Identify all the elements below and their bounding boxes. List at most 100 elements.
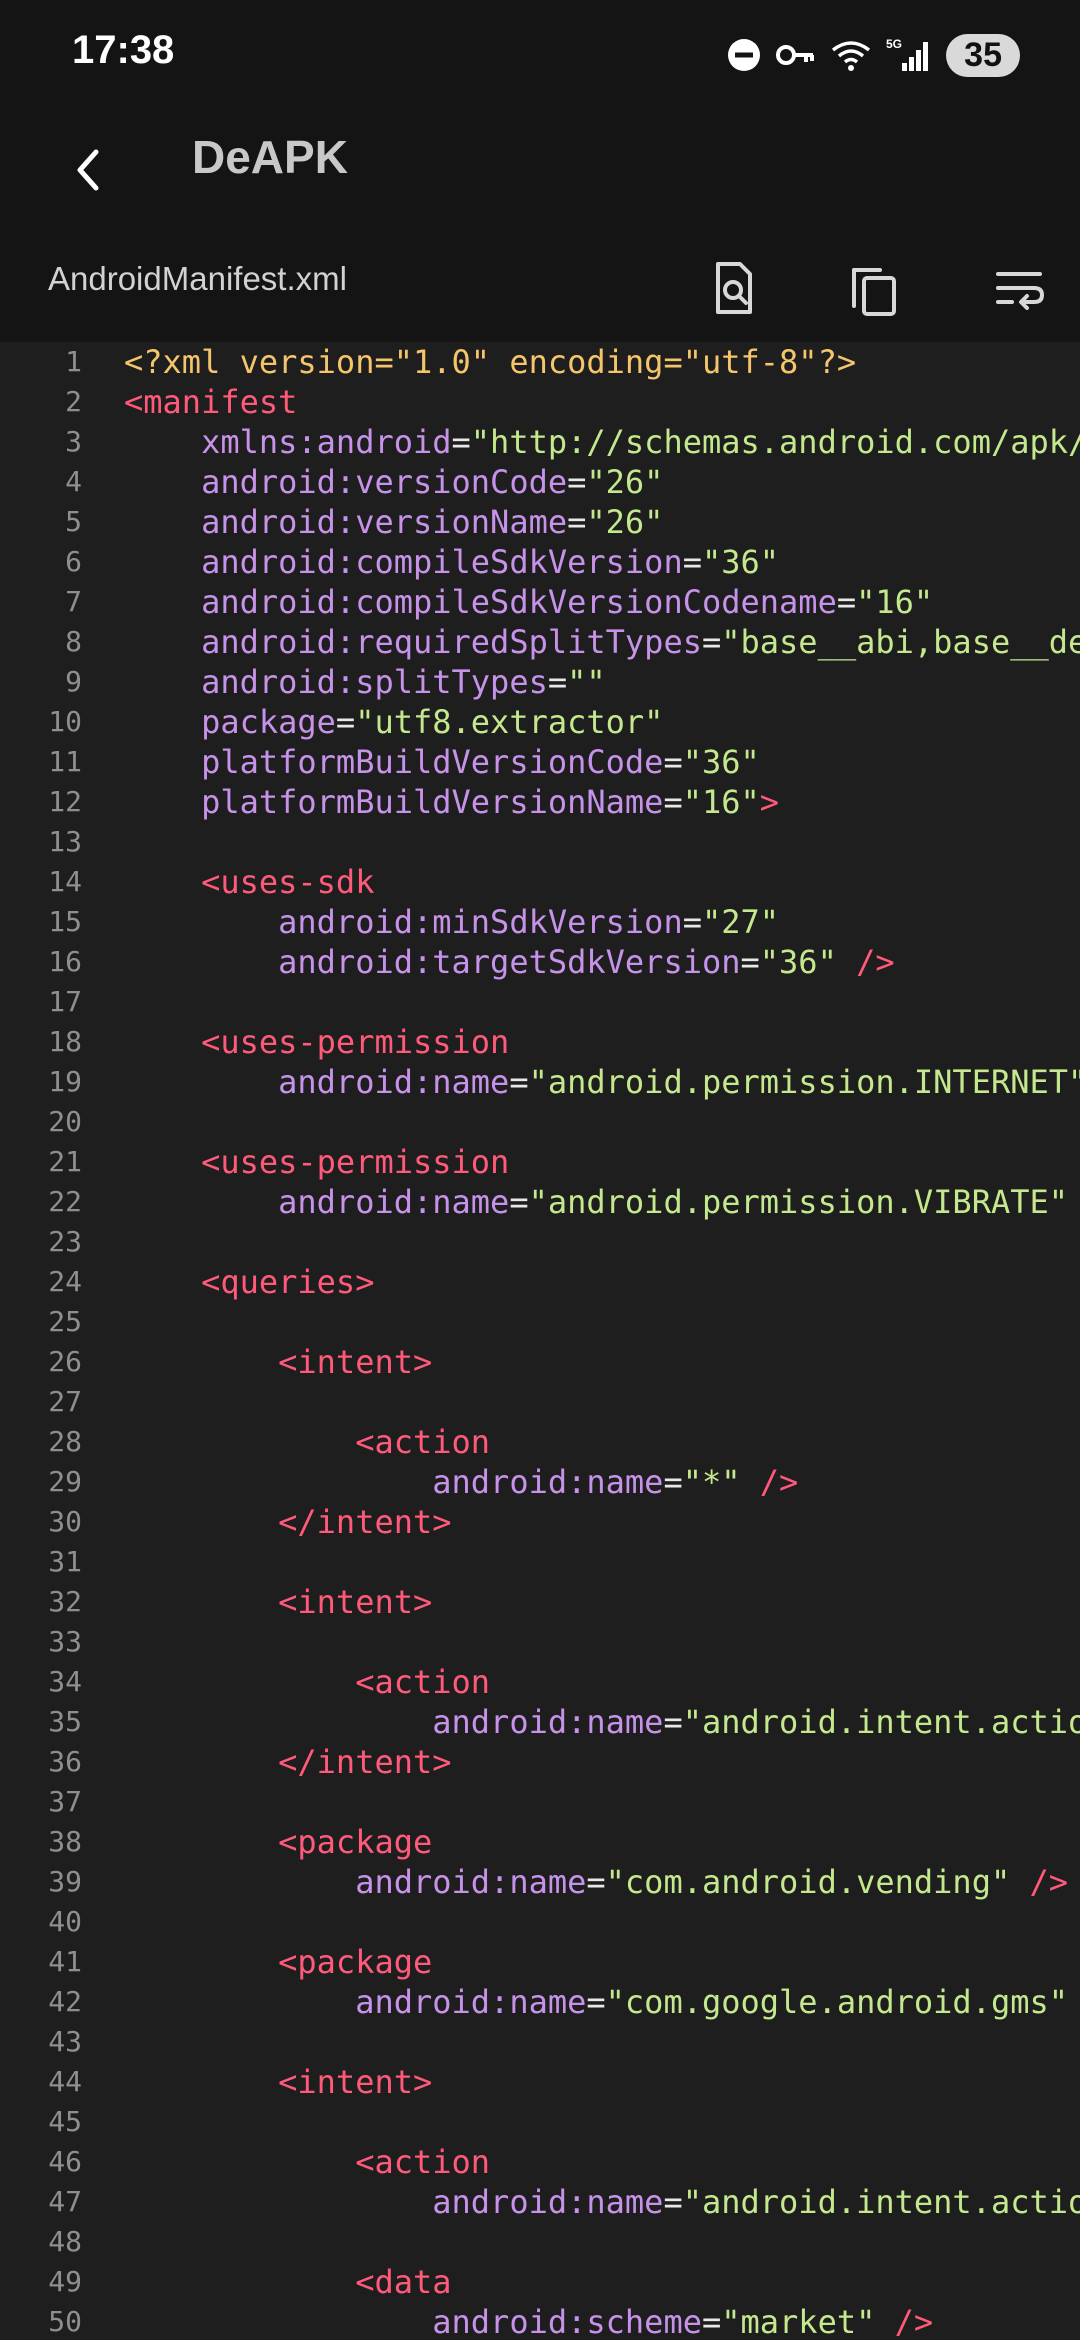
code-token-attr: package — [201, 703, 336, 741]
line-number: 27 — [48, 1385, 82, 1418]
app-bar: DeAPK — [0, 110, 1080, 230]
back-arrow-icon — [77, 149, 99, 191]
code-viewer[interactable]: 1 <?xml version="1.0" encoding="utf-8"?> 2… — [0, 342, 1080, 2340]
code-token-val: "26" — [586, 503, 664, 541]
code-line: 48 — [0, 2222, 1080, 2262]
line-number: 18 — [48, 1025, 82, 1058]
line-number: 10 — [48, 705, 82, 738]
code-token-tag: <package — [278, 1943, 433, 1981]
wrap-text-button[interactable] — [982, 250, 1058, 326]
line-number: 48 — [48, 2225, 82, 2258]
code-token-sp — [124, 863, 201, 901]
code-token-sp — [124, 1463, 432, 1501]
code-text: <package — [124, 1942, 432, 1982]
code-token-val: "16" — [682, 783, 760, 821]
code-token-val: "26" — [586, 463, 664, 501]
code-line: 38 <package — [0, 1822, 1080, 1862]
code-token-tag: <intent> — [278, 1583, 433, 1621]
code-line: 27 — [0, 1382, 1080, 1422]
code-line: 6 android:compileSdkVersion="36" — [0, 542, 1080, 582]
line-number: 1 — [65, 345, 82, 378]
code-token-attr: platformBuildVersionName — [201, 783, 664, 821]
code-token-sp — [124, 503, 201, 541]
code-text: android:minSdkVersion="27" — [124, 902, 779, 942]
code-line: 18 <uses-permission — [0, 1022, 1080, 1062]
line-number: 22 — [48, 1185, 82, 1218]
code-line: 24 <queries> — [0, 1262, 1080, 1302]
code-token-sp — [124, 1983, 355, 2021]
code-token-sp — [124, 1143, 201, 1181]
line-number: 33 — [48, 1625, 82, 1658]
code-text: <action — [124, 1422, 490, 1462]
code-token-tag: <uses-permission — [201, 1023, 510, 1061]
code-token-tag: /> — [740, 1463, 799, 1501]
line-number: 24 — [48, 1265, 82, 1298]
line-number: 9 — [65, 665, 82, 698]
copy-button[interactable] — [836, 250, 912, 326]
line-number: 19 — [48, 1065, 82, 1098]
code-token-val: "com.google.android.gms" — [605, 1983, 1069, 2021]
code-line: 29 android:name="*" /> — [0, 1462, 1080, 1502]
line-number: 5 — [65, 505, 82, 538]
status-time: 17:38 — [72, 28, 175, 72]
code-token-eq: = — [586, 1863, 606, 1901]
code-line: 32 <intent> — [0, 1582, 1080, 1622]
code-token-val: "base__abi,base__density" — [721, 623, 1080, 661]
code-line: 19 android:name="android.permission.INTE… — [0, 1062, 1080, 1102]
line-number: 46 — [48, 2145, 82, 2178]
code-text: package="utf8.extractor" — [124, 702, 663, 742]
code-token-tag: <intent> — [278, 1343, 433, 1381]
code-line: 40 — [0, 1902, 1080, 1942]
code-token-sp — [124, 463, 201, 501]
code-token-sp — [124, 2183, 432, 2221]
line-number: 38 — [48, 1825, 82, 1858]
code-line: 17 — [0, 982, 1080, 1022]
code-token-eq: = — [836, 583, 857, 621]
code-token-val: "com.android.vending" — [605, 1863, 1011, 1901]
code-text: </intent> — [124, 1502, 451, 1542]
code-token-eq: = — [547, 663, 568, 701]
code-token-tag: <uses-permission — [201, 1143, 510, 1181]
line-number: 2 — [65, 385, 82, 418]
code-token-eq: = — [663, 1703, 683, 1741]
status-icons: 5G 35 — [726, 30, 1020, 80]
code-token-tag: <action — [355, 1423, 491, 1461]
code-line: 5 android:versionName="26" — [0, 502, 1080, 542]
code-line: 44 <intent> — [0, 2062, 1080, 2102]
code-line: 7 android:compileSdkVersionCodename="16" — [0, 582, 1080, 622]
code-token-eq: = — [663, 743, 683, 781]
code-token-attr: android:name — [355, 1983, 587, 2021]
code-token-sp — [124, 663, 201, 701]
code-text: android:compileSdkVersionCodename="16" — [124, 582, 933, 622]
line-number: 12 — [48, 785, 82, 818]
line-number: 7 — [65, 585, 82, 618]
code-token-val: "*" — [682, 1463, 741, 1501]
search-button[interactable] — [694, 250, 770, 326]
wifi-icon — [832, 41, 871, 71]
line-number: 4 — [65, 465, 82, 498]
code-line: 21 <uses-permission — [0, 1142, 1080, 1182]
line-number: 16 — [48, 945, 82, 978]
code-token-attr: android:scheme — [432, 2303, 702, 2340]
code-token-val: "36" — [682, 743, 760, 781]
code-text: </intent> — [124, 1742, 451, 1782]
code-text: android:requiredSplitTypes="base__abi,ba… — [124, 622, 1080, 662]
code-text: platformBuildVersionCode="36" — [124, 742, 760, 782]
code-line: 28 <action — [0, 1422, 1080, 1462]
code-token-attr: android:name — [278, 1183, 510, 1221]
code-token-tag: > — [759, 783, 780, 821]
back-button[interactable] — [62, 132, 132, 208]
code-token-val: "36" — [701, 543, 780, 581]
line-number: 15 — [48, 905, 82, 938]
code-line: 46 <action — [0, 2142, 1080, 2182]
code-token-val: "android.intent.action.VIEW" — [682, 2183, 1080, 2221]
code-token-attr: android:minSdkVersion — [278, 903, 683, 941]
code-token-tag: <queries> — [201, 1263, 375, 1301]
code-token-sp — [124, 2143, 355, 2181]
code-line: 20 — [0, 1102, 1080, 1142]
code-token-attr: android:compileSdkVersionCodename — [201, 583, 837, 621]
code-token-sp — [124, 703, 201, 741]
code-token-tag: /> — [1010, 1863, 1069, 1901]
code-text: android:name="android.permission.INTERNE… — [124, 1062, 1080, 1102]
code-line: 39 android:name="com.android.vending" /> — [0, 1862, 1080, 1902]
